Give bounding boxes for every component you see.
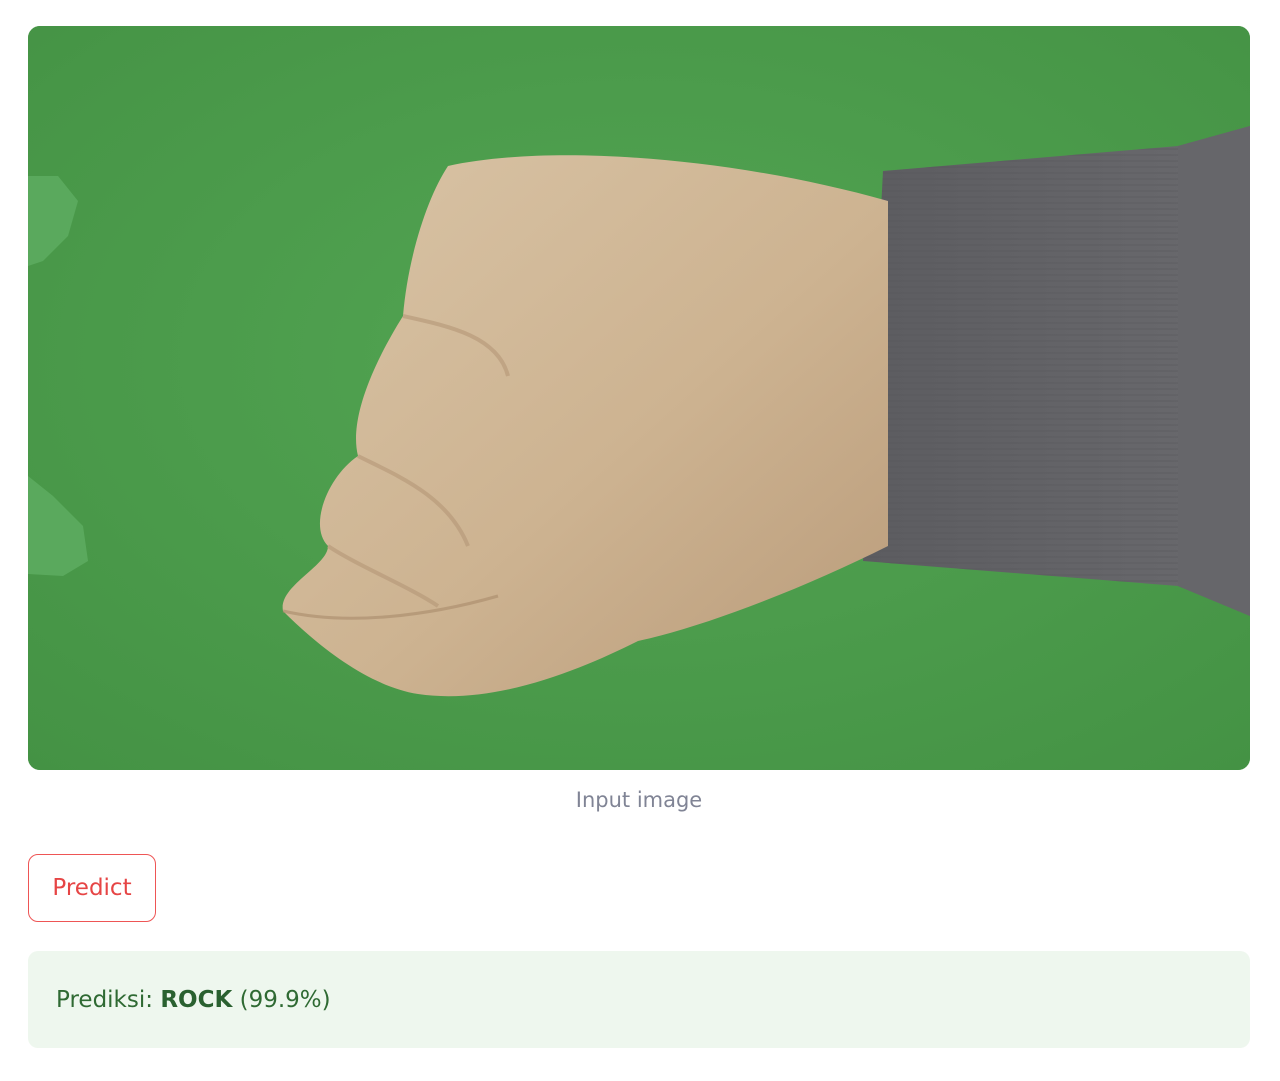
image-caption: Input image <box>575 788 703 812</box>
prediction-confidence: (99.9%) <box>239 986 331 1013</box>
predict-button[interactable]: Predict <box>28 854 156 922</box>
hand-photo <box>28 26 1250 770</box>
prediction-prefix: Prediksi: <box>56 986 153 1013</box>
prediction-label: ROCK <box>160 986 233 1013</box>
input-image <box>28 26 1250 770</box>
prediction-result: Prediksi: ROCK (99.9%) <box>28 951 1250 1048</box>
